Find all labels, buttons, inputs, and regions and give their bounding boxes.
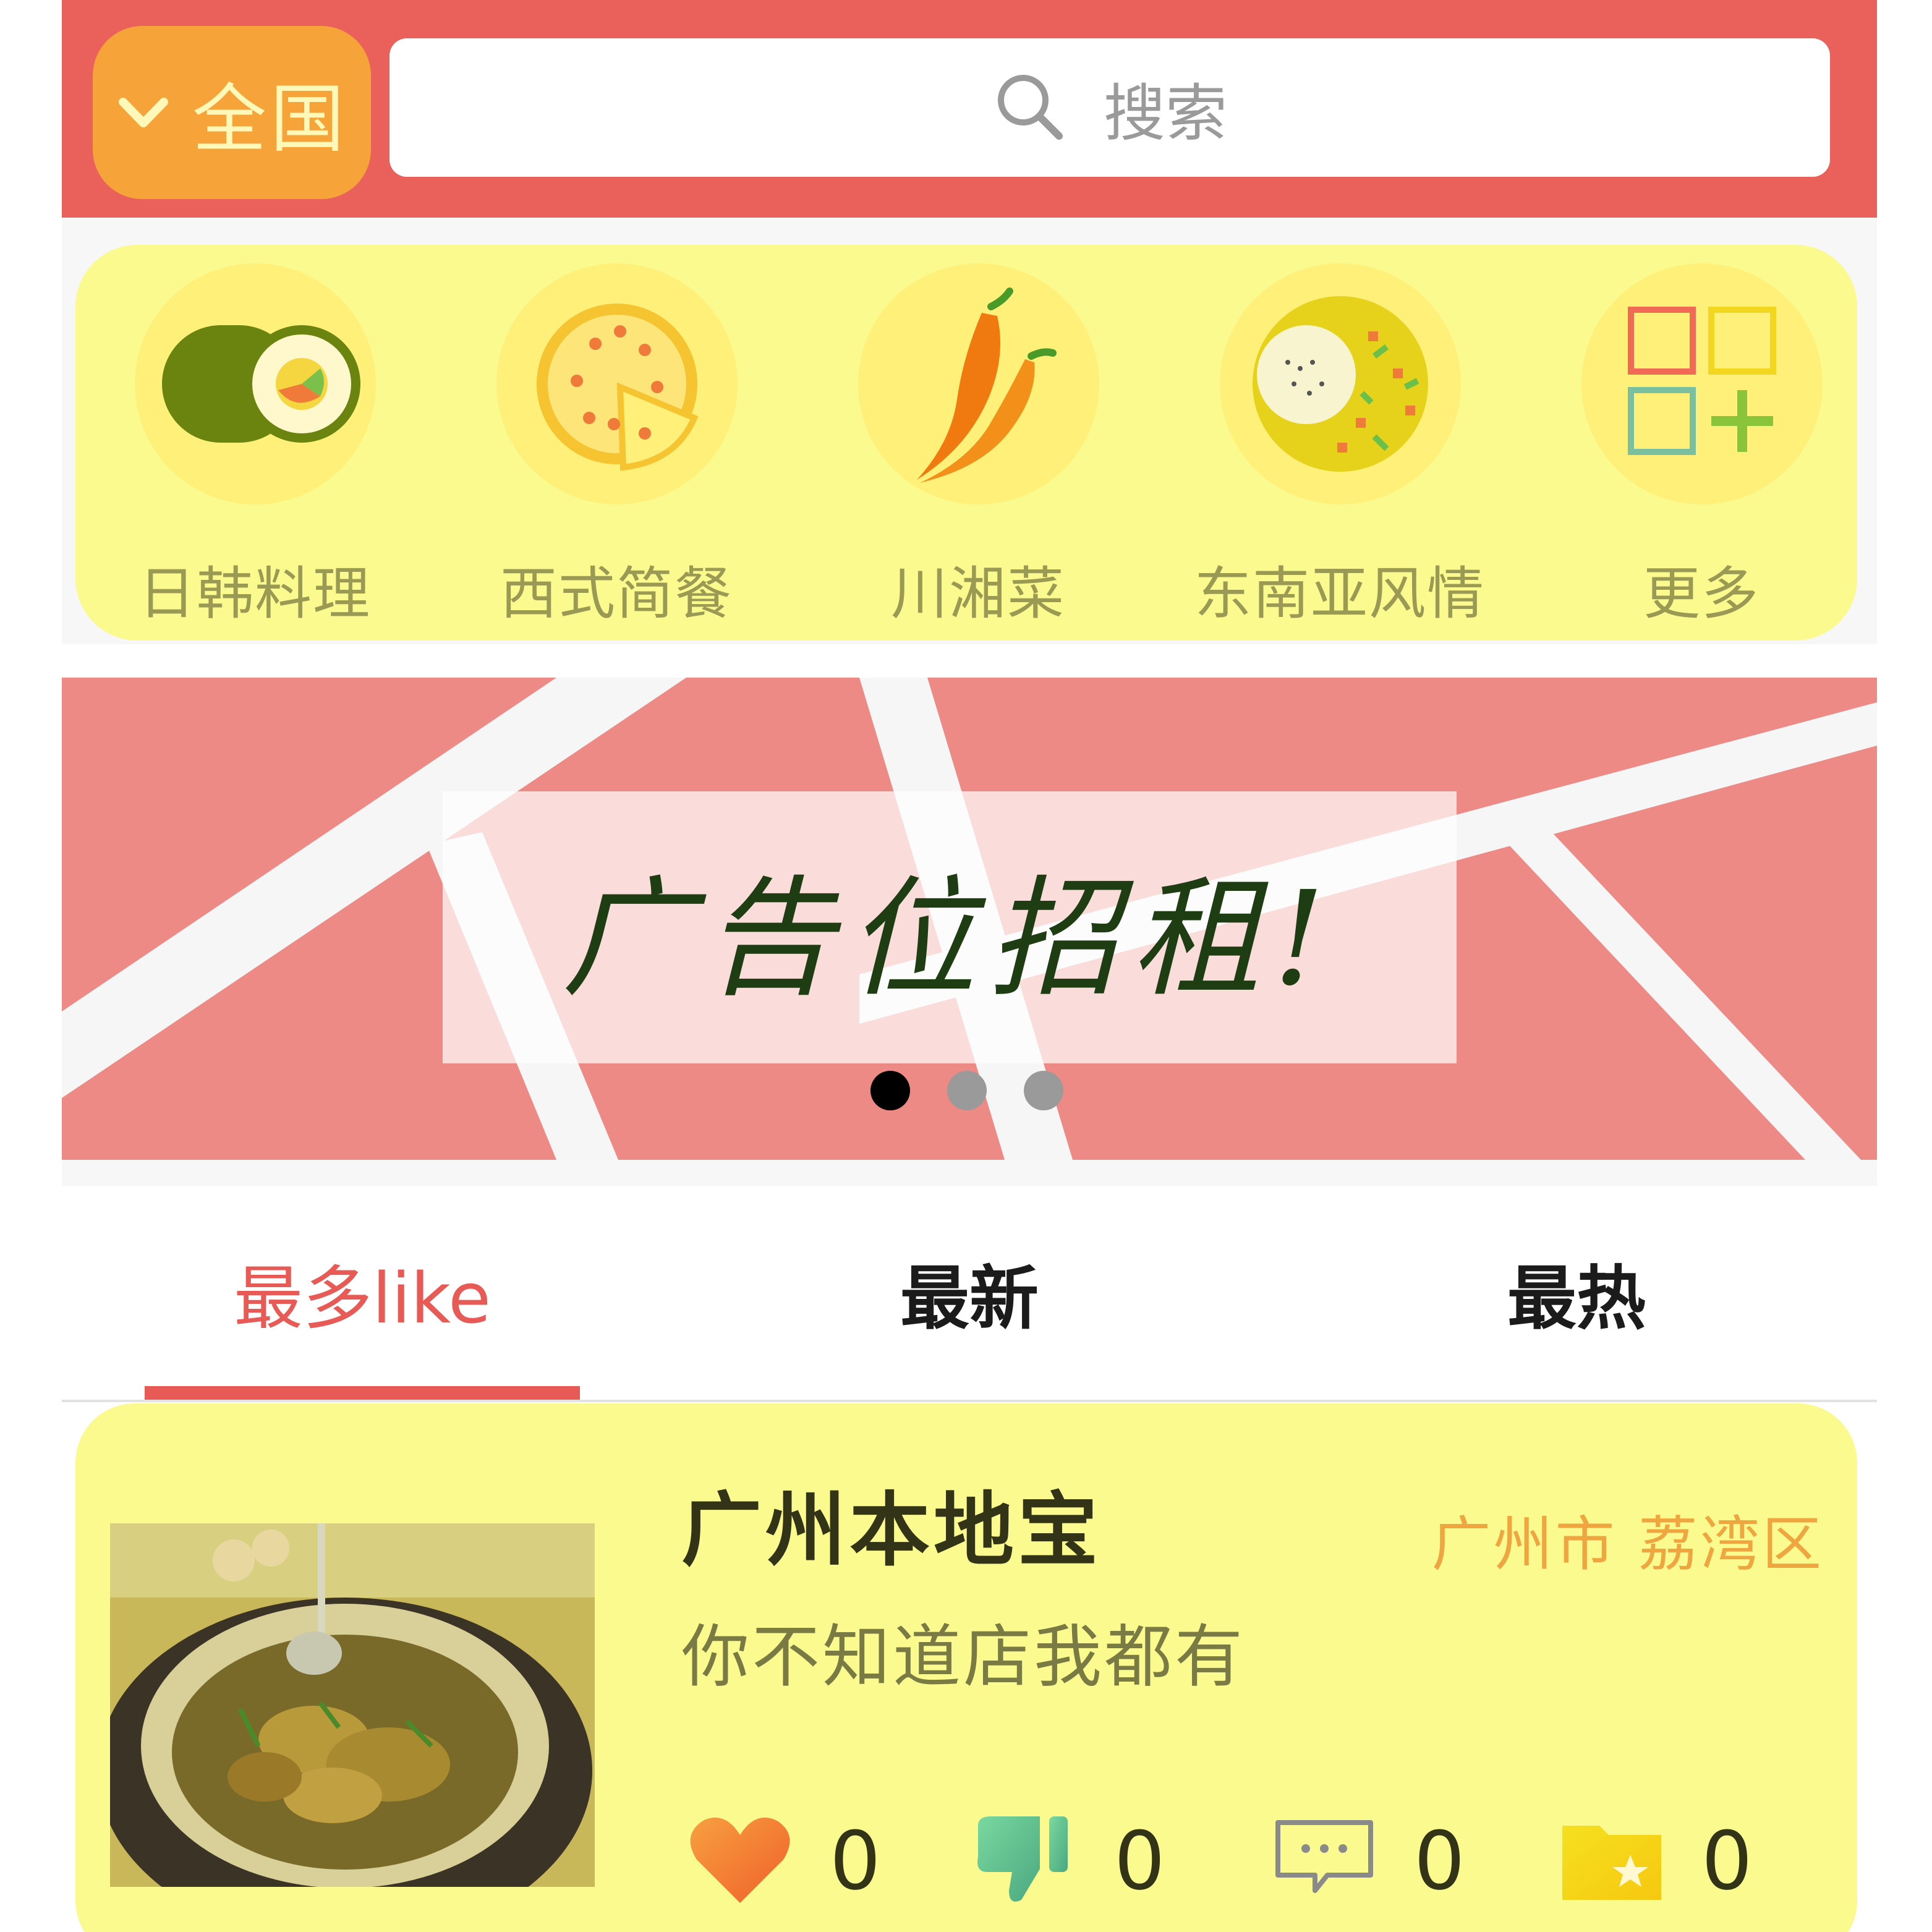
- chevron-down-icon: [116, 85, 171, 140]
- app-screen: 全国 搜索 日韩料理 西式简餐 川湘菜 东南亚风情 更多 广告位招租! 最多li…: [62, 0, 1877, 1932]
- ad-banner-carousel[interactable]: 广告位招租!: [62, 678, 1877, 1160]
- region-label: 全国: [192, 77, 348, 163]
- category-label: 西式简餐: [500, 561, 733, 627]
- shop-title: 广州本地宝: [681, 1483, 1102, 1577]
- ad-text: 广告位招租!: [561, 863, 1338, 1015]
- category-label: 更多: [1643, 561, 1760, 627]
- tab-indicator: [145, 1386, 580, 1400]
- tab-newest[interactable]: 最新: [752, 1186, 1187, 1400]
- top-bar: 全国 搜索: [62, 0, 1877, 218]
- heart-icon: [687, 1813, 793, 1909]
- category-item-japanese-korean[interactable]: 日韩料理: [100, 263, 409, 634]
- carousel-dot-2[interactable]: [947, 1071, 987, 1110]
- favorite-count: 0: [1701, 1814, 1753, 1908]
- tab-hottest[interactable]: 最热: [1359, 1186, 1794, 1400]
- carousel-dot-1[interactable]: [870, 1071, 910, 1110]
- favorite-folder-icon: [1559, 1816, 1664, 1905]
- section-divider: [62, 1160, 1877, 1186]
- shop-location: 广州市 荔湾区: [1431, 1510, 1824, 1579]
- search-placeholder: 搜索: [1104, 77, 1227, 150]
- category-label: 日韩料理: [138, 561, 371, 627]
- list-item[interactable]: 广州本地宝 广州市 荔湾区 你不知道店我都有 0 0 0 0: [75, 1403, 1857, 1932]
- pizza-icon: [496, 263, 738, 504]
- fried-rice-icon: [1220, 263, 1461, 504]
- category-item-more[interactable]: 更多: [1547, 263, 1856, 634]
- sort-tabs: 最多like 最新 最热: [62, 1186, 1877, 1402]
- tab-most-like[interactable]: 最多like: [145, 1186, 580, 1400]
- dislike-button[interactable]: 0: [972, 1799, 1165, 1923]
- carousel-dot-3[interactable]: [1024, 1071, 1063, 1110]
- search-icon: [992, 69, 1066, 146]
- like-count: 0: [830, 1814, 881, 1908]
- search-input[interactable]: 搜索: [389, 38, 1830, 177]
- category-label: 川湘菜: [890, 561, 1065, 627]
- category-panel: 日韩料理 西式简餐 川湘菜 东南亚风情 更多: [75, 245, 1857, 640]
- comment-icon: [1272, 1816, 1377, 1905]
- sushi-roll-icon: [135, 263, 376, 504]
- category-label: 东南亚风情: [1194, 561, 1485, 627]
- region-selector-button[interactable]: 全国: [93, 26, 371, 199]
- favorite-button[interactable]: 0: [1559, 1799, 1753, 1923]
- comment-button[interactable]: 0: [1272, 1799, 1465, 1923]
- more-grid-icon: [1581, 263, 1823, 504]
- dislike-count: 0: [1114, 1814, 1165, 1908]
- category-item-southeast-asian[interactable]: 东南亚风情: [1185, 263, 1494, 634]
- comment-count: 0: [1414, 1814, 1465, 1908]
- thumbs-down-icon: [972, 1813, 1077, 1909]
- category-section: 日韩料理 西式简餐 川湘菜 东南亚风情 更多: [62, 218, 1877, 644]
- category-item-sichuan-hunan[interactable]: 川湘菜: [823, 263, 1133, 634]
- shop-description: 你不知道店我都有: [681, 1617, 1245, 1696]
- like-button[interactable]: 0: [687, 1799, 881, 1923]
- chili-pepper-icon: [858, 263, 1099, 504]
- dish-photo[interactable]: [110, 1523, 595, 1887]
- category-item-western[interactable]: 西式简餐: [462, 263, 771, 634]
